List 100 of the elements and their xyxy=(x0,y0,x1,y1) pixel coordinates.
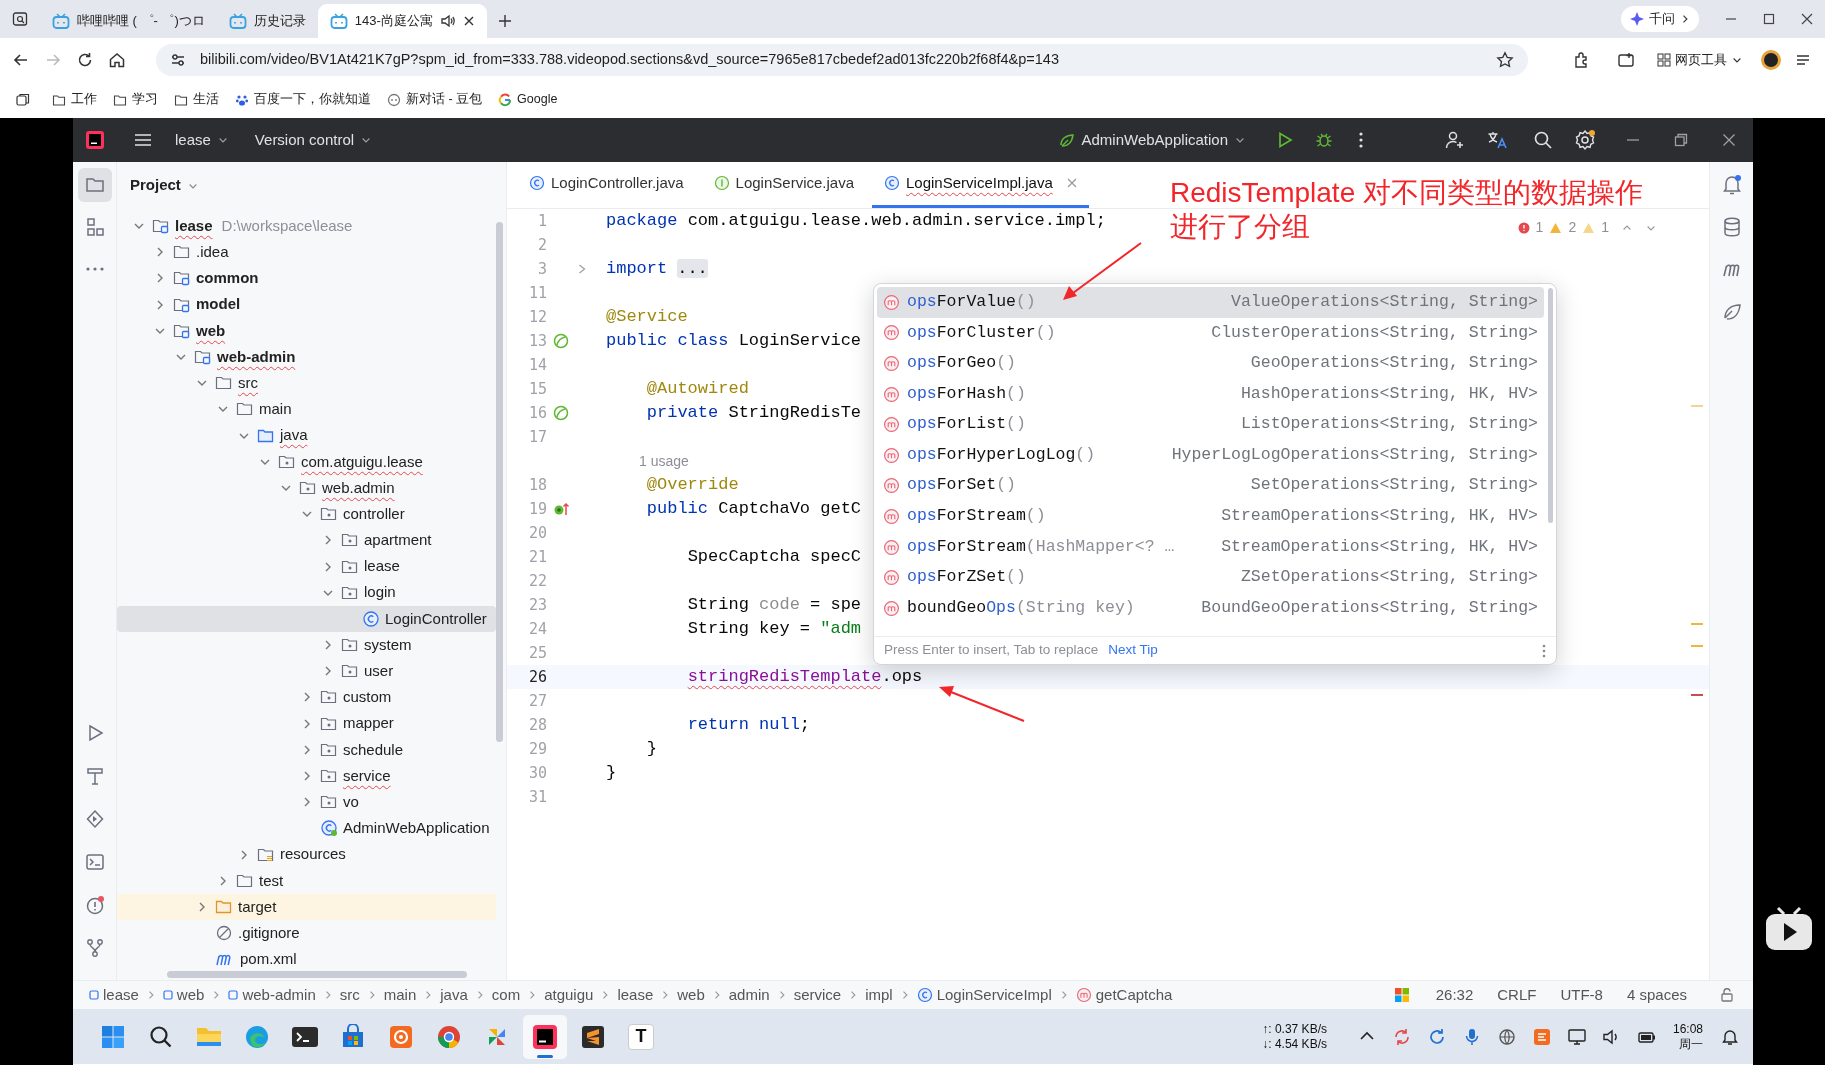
terminal-icon[interactable] xyxy=(291,1024,319,1049)
build-icon[interactable] xyxy=(84,766,105,786)
speaker-icon[interactable] xyxy=(439,13,456,29)
completion-item[interactable]: opsForSet() SetOperations<String, String> xyxy=(877,470,1544,502)
breadcrumb[interactable]: service xyxy=(793,983,842,1007)
completion-item[interactable]: opsForZSet() ZSetOperations<String, String> xyxy=(877,562,1544,593)
lock-icon[interactable] xyxy=(1719,987,1735,1003)
network-icon[interactable] xyxy=(1496,1026,1517,1047)
tree-item[interactable]: .gitignore xyxy=(117,920,496,947)
tree-item[interactable]: .idea xyxy=(117,239,496,266)
tree-item[interactable]: web xyxy=(117,317,496,344)
structure-icon[interactable] xyxy=(84,217,105,237)
tree-item[interactable]: target xyxy=(117,893,496,921)
breadcrumb[interactable]: lease xyxy=(89,983,139,1007)
tree-item[interactable]: user xyxy=(117,658,496,685)
breadcrumb[interactable]: web xyxy=(677,983,705,1007)
browser-tab[interactable]: 历史记录 xyxy=(216,4,318,38)
bookmark[interactable]: 新对话 - 豆包 xyxy=(387,90,483,109)
tree-item[interactable]: system xyxy=(117,632,496,659)
completion-item[interactable]: opsForHash() HashOperations<String, HK, HV> xyxy=(877,378,1544,410)
browser-icon[interactable] xyxy=(244,1023,270,1050)
translate-icon[interactable] xyxy=(1487,130,1509,150)
start-button[interactable] xyxy=(100,1023,126,1050)
notifications-icon[interactable] xyxy=(1721,1027,1739,1046)
cursor-position[interactable]: 26:32 xyxy=(1435,983,1474,1007)
indent-setting[interactable]: 4 spaces xyxy=(1626,983,1687,1007)
tree-item[interactable]: test xyxy=(117,867,496,894)
tree-item[interactable]: src xyxy=(117,370,496,397)
ide-icon[interactable] xyxy=(532,1023,558,1050)
run-icon[interactable] xyxy=(1276,131,1294,149)
editor-tab[interactable]: LoginServiceImpl.java xyxy=(872,161,1089,208)
completion-item[interactable]: opsForList() ListOperations<String, String> xyxy=(877,409,1544,440)
restore-icon[interactable] xyxy=(1674,133,1688,147)
tree-item[interactable]: model xyxy=(117,291,496,318)
completion-item[interactable]: opsForCluster() ClusterOperations<String, String> xyxy=(877,317,1544,349)
breadcrumb[interactable]: web xyxy=(162,983,205,1007)
taskbar-button[interactable] xyxy=(523,1014,567,1059)
breadcrumb[interactable]: LoginServiceImpl xyxy=(916,983,1052,1007)
breadcrumb[interactable]: web-admin xyxy=(228,983,316,1007)
file-encoding[interactable]: UTF-8 xyxy=(1560,983,1603,1007)
browser-tab[interactable]: 143-尚庭公寓 xyxy=(317,4,487,38)
breadcrumb[interactable]: impl xyxy=(865,983,893,1007)
completion-item[interactable]: opsForValue() ValueOperations<String, String> xyxy=(877,287,1544,318)
bookmark[interactable]: 百度一下，你就知道 xyxy=(235,90,371,109)
clock-time[interactable]: 16:08 xyxy=(1672,1021,1703,1037)
tree-item[interactable]: schedule xyxy=(117,736,496,763)
tree-item[interactable]: login xyxy=(117,579,496,606)
tree-item[interactable]: controller xyxy=(117,501,496,528)
site-info-icon[interactable] xyxy=(170,51,186,68)
tree-item[interactable]: AdminWebApplication xyxy=(117,815,496,842)
completion-item[interactable]: opsForHyperLogLog() HyperLogLogOperations<String, String> xyxy=(877,439,1544,471)
taskbar-button[interactable]: T xyxy=(619,1014,663,1059)
bean-icon[interactable] xyxy=(552,332,570,350)
app-logo-icon[interactable] xyxy=(85,130,105,150)
scrollbar-thumb[interactable] xyxy=(167,971,467,978)
tree-item[interactable]: web-admin xyxy=(117,343,496,371)
override-icon[interactable] xyxy=(552,500,570,518)
assistant-button[interactable]: 千问 xyxy=(1621,6,1699,32)
more-icon[interactable] xyxy=(85,267,104,271)
tree-item[interactable]: web.admin xyxy=(117,474,496,502)
bookmark[interactable]: 学习 xyxy=(113,90,158,109)
fold-icon[interactable] xyxy=(576,263,587,275)
app-icon[interactable]: T xyxy=(628,1023,654,1050)
services-icon[interactable] xyxy=(84,809,105,829)
bookmark[interactable]: 生活 xyxy=(174,90,219,109)
completion-item[interactable]: boundGeoOps(String key) BoundGeoOperations<String, String> xyxy=(877,592,1544,624)
tree-item[interactable]: main xyxy=(117,396,496,423)
problems-icon[interactable] xyxy=(84,895,105,915)
next-tip-link[interactable]: Next Tip xyxy=(1108,640,1158,661)
clock-date[interactable]: 周一 xyxy=(1679,1036,1703,1052)
panel-title[interactable]: Project xyxy=(130,174,199,197)
tree-item[interactable]: resources xyxy=(117,841,496,868)
screenshot-icon[interactable] xyxy=(1617,50,1635,69)
breadcrumb[interactable]: getCaptcha xyxy=(1075,983,1173,1007)
tree-item[interactable]: lease D:\workspace\lease xyxy=(117,213,496,240)
tree-item[interactable]: pom.xml xyxy=(117,946,496,973)
tab-search-icon[interactable] xyxy=(12,11,28,27)
tree-item[interactable]: vo xyxy=(117,789,496,816)
project-tool-button[interactable] xyxy=(77,168,112,202)
breadcrumb[interactable]: lease xyxy=(617,983,654,1007)
windows-icon[interactable] xyxy=(1393,987,1410,1003)
address-bar[interactable]: bilibili.com/video/BV1At421K7gP?spm_id_from=333.788.videopod.sections&vd_source=7965e817cbedef2ad013fc220b2f68f4&p=143 xyxy=(156,43,1528,76)
search-icon[interactable] xyxy=(148,1023,174,1050)
bookmark-star-icon[interactable] xyxy=(1496,50,1514,69)
add-user-icon[interactable] xyxy=(1445,130,1465,150)
debug-icon[interactable] xyxy=(1315,131,1333,149)
close-icon[interactable] xyxy=(1801,13,1813,25)
bookmark[interactable]: Google xyxy=(498,90,558,109)
home-icon[interactable] xyxy=(108,50,126,69)
breadcrumb[interactable]: main xyxy=(383,983,417,1007)
editor-tab[interactable]: LoginController.java xyxy=(517,161,696,208)
breadcrumb[interactable]: atguigu xyxy=(544,983,594,1007)
reload-icon[interactable] xyxy=(76,50,94,69)
bookmark[interactable]: 工作 xyxy=(52,90,97,109)
tree-item[interactable]: mapper xyxy=(117,710,496,737)
scrollbar-thumb[interactable] xyxy=(1548,288,1553,523)
tree-item[interactable]: java xyxy=(117,422,496,449)
completion-item[interactable]: opsForStream(HashMapper<? … StreamOperations<String, HK, HV> xyxy=(877,531,1544,563)
breadcrumb[interactable]: java xyxy=(440,983,468,1007)
browser-icon[interactable] xyxy=(436,1023,462,1050)
